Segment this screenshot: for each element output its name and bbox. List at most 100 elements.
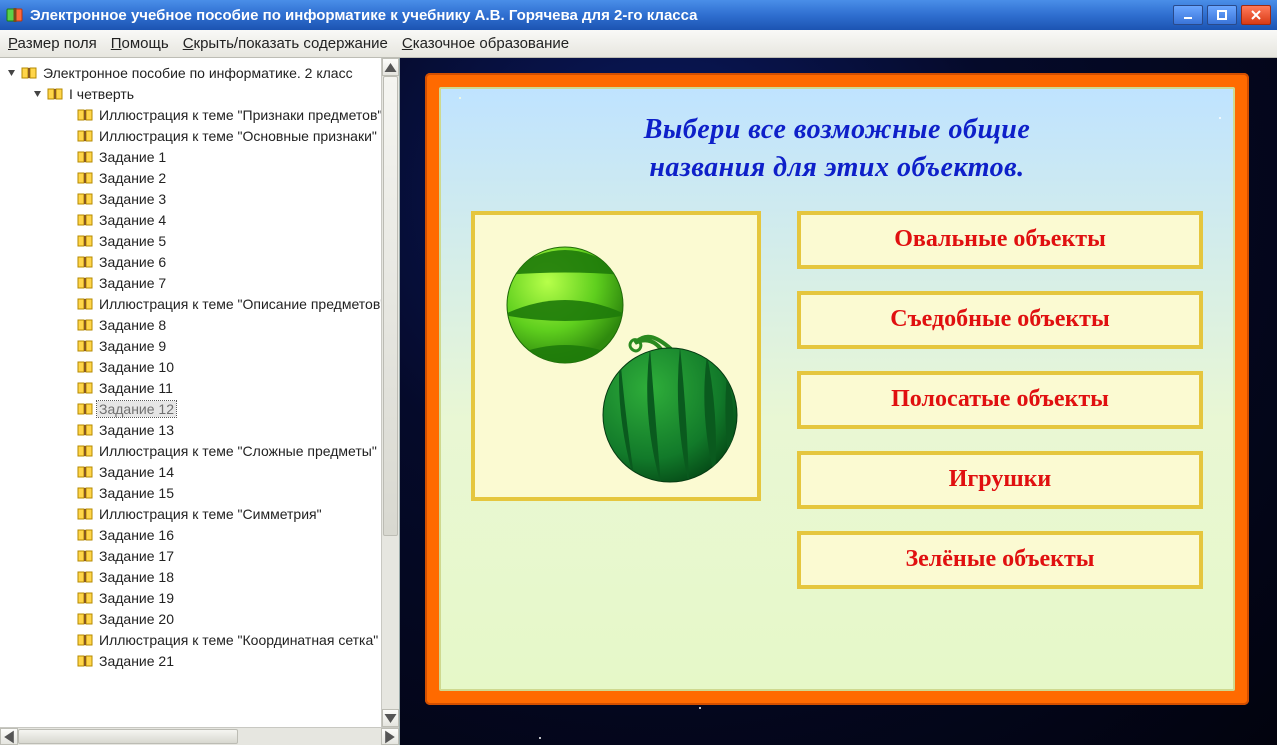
tree-item[interactable]: I четверть [0, 83, 399, 104]
tree-item-label: Задание 17 [97, 548, 176, 564]
objects-illustration [471, 211, 761, 501]
tree-item[interactable]: Задание 6 [0, 251, 399, 272]
tree-item-label: Иллюстрация к теме "Признаки предметов" [97, 107, 384, 123]
tree-item[interactable]: Задание 5 [0, 230, 399, 251]
book-icon [77, 486, 93, 500]
tree-item[interactable]: Задание 20 [0, 608, 399, 629]
tree-item[interactable]: Иллюстрация к теме "Описание предметов" [0, 293, 399, 314]
tree-item[interactable]: Иллюстрация к теме "Признаки предметов" [0, 104, 399, 125]
menu-field-size[interactable]: Размер поля [8, 35, 97, 52]
book-icon [47, 87, 63, 101]
hscroll-track[interactable] [18, 728, 381, 745]
book-icon [77, 423, 93, 437]
title-bar: Электронное учебное пособие по информати… [0, 0, 1277, 30]
scroll-up-button[interactable] [382, 58, 399, 76]
tree-item[interactable]: Задание 13 [0, 419, 399, 440]
tree-item[interactable]: Задание 15 [0, 482, 399, 503]
scroll-right-button[interactable] [381, 728, 399, 745]
tree-item-label: Задание 19 [97, 590, 176, 606]
toc-tree[interactable]: Электронное пособие по информатике. 2 кл… [0, 58, 399, 727]
book-icon [77, 570, 93, 584]
tree-item[interactable]: Задание 7 [0, 272, 399, 293]
book-icon [77, 654, 93, 668]
maximize-button[interactable] [1207, 5, 1237, 25]
book-icon [77, 402, 93, 416]
tree-item-label: Задание 16 [97, 527, 176, 543]
tree-item-label: Иллюстрация к теме "Основные признаки" [97, 128, 379, 144]
tree-item[interactable]: Задание 9 [0, 335, 399, 356]
close-button[interactable] [1241, 5, 1271, 25]
tree-item-label: Задание 15 [97, 485, 176, 501]
tree-item[interactable]: Иллюстрация к теме "Координатная сетка" [0, 629, 399, 650]
book-icon [77, 360, 93, 374]
tree-item-label: Задание 4 [97, 212, 168, 228]
tree-item-label: Иллюстрация к теме "Симметрия" [97, 506, 324, 522]
collapse-icon[interactable] [6, 67, 17, 78]
book-icon [77, 339, 93, 353]
vscroll-thumb[interactable] [383, 76, 398, 536]
menu-help[interactable]: Помощь [111, 35, 169, 52]
tree-item-label: Задание 2 [97, 170, 168, 186]
tree-item[interactable]: Задание 3 [0, 188, 399, 209]
tree-item[interactable]: Задание 17 [0, 545, 399, 566]
option-button[interactable]: Игрушки [797, 451, 1203, 509]
tree-item-label: Задание 11 [97, 380, 175, 396]
tree-item[interactable]: Иллюстрация к теме "Симметрия" [0, 503, 399, 524]
menu-skazka[interactable]: Сказочное образование [402, 35, 569, 52]
tree-item[interactable]: Задание 10 [0, 356, 399, 377]
tree-item[interactable]: Задание 12 [0, 398, 399, 419]
tree-item[interactable]: Электронное пособие по информатике. 2 кл… [0, 62, 399, 83]
option-button[interactable]: Съедобные объекты [797, 291, 1203, 349]
tree-item[interactable]: Иллюстрация к теме "Сложные предметы" [0, 440, 399, 461]
book-icon [77, 633, 93, 647]
tree-item-label: Иллюстрация к теме "Сложные предметы" [97, 443, 379, 459]
exercise-card: Выбери все возможные общие названия для … [425, 73, 1249, 705]
tree-item[interactable]: Задание 18 [0, 566, 399, 587]
tree-item[interactable]: Задание 2 [0, 167, 399, 188]
book-icon [21, 66, 37, 80]
tree-item[interactable]: Задание 4 [0, 209, 399, 230]
book-icon [77, 171, 93, 185]
tree-item-label: Задание 7 [97, 275, 168, 291]
minimize-button[interactable] [1173, 5, 1203, 25]
tree-item-label: Задание 10 [97, 359, 176, 375]
tree-item[interactable]: Задание 11 [0, 377, 399, 398]
tree-item-label: Задание 9 [97, 338, 168, 354]
scroll-down-button[interactable] [382, 709, 399, 727]
tree-item[interactable]: Иллюстрация к теме "Основные признаки" [0, 125, 399, 146]
tree-item[interactable]: Задание 19 [0, 587, 399, 608]
tree-item-label: I четверть [67, 86, 136, 102]
tree-item-label: Задание 13 [97, 422, 176, 438]
book-icon [77, 108, 93, 122]
book-icon [77, 129, 93, 143]
book-icon [77, 549, 93, 563]
book-icon [77, 591, 93, 605]
horizontal-scrollbar[interactable] [0, 727, 399, 745]
tree-item[interactable]: Задание 1 [0, 146, 399, 167]
tree-item-label: Задание 6 [97, 254, 168, 270]
tree-item[interactable]: Задание 16 [0, 524, 399, 545]
vertical-scrollbar[interactable] [381, 58, 399, 727]
tree-item-label: Задание 8 [97, 317, 168, 333]
tree-item[interactable]: Задание 21 [0, 650, 399, 671]
option-button[interactable]: Зелёные объекты [797, 531, 1203, 589]
book-icon [77, 297, 93, 311]
tree-item-label: Иллюстрация к теме "Координатная сетка" [97, 632, 380, 648]
book-icon [77, 192, 93, 206]
window-title: Электронное учебное пособие по информати… [30, 7, 1173, 24]
book-icon [77, 213, 93, 227]
hscroll-thumb[interactable] [18, 729, 238, 744]
collapse-icon[interactable] [32, 88, 43, 99]
tree-item[interactable]: Задание 8 [0, 314, 399, 335]
vscroll-track[interactable] [382, 76, 399, 709]
tree-item-label: Задание 5 [97, 233, 168, 249]
option-button[interactable]: Полосатые объекты [797, 371, 1203, 429]
book-icon [77, 234, 93, 248]
tree-item[interactable]: Задание 14 [0, 461, 399, 482]
scroll-left-button[interactable] [0, 728, 18, 745]
menu-toggle-toc[interactable]: Скрыть/показать содержание [183, 35, 388, 52]
book-icon [77, 150, 93, 164]
book-icon [77, 381, 93, 395]
book-icon [77, 612, 93, 626]
option-button[interactable]: Овальные объекты [797, 211, 1203, 269]
